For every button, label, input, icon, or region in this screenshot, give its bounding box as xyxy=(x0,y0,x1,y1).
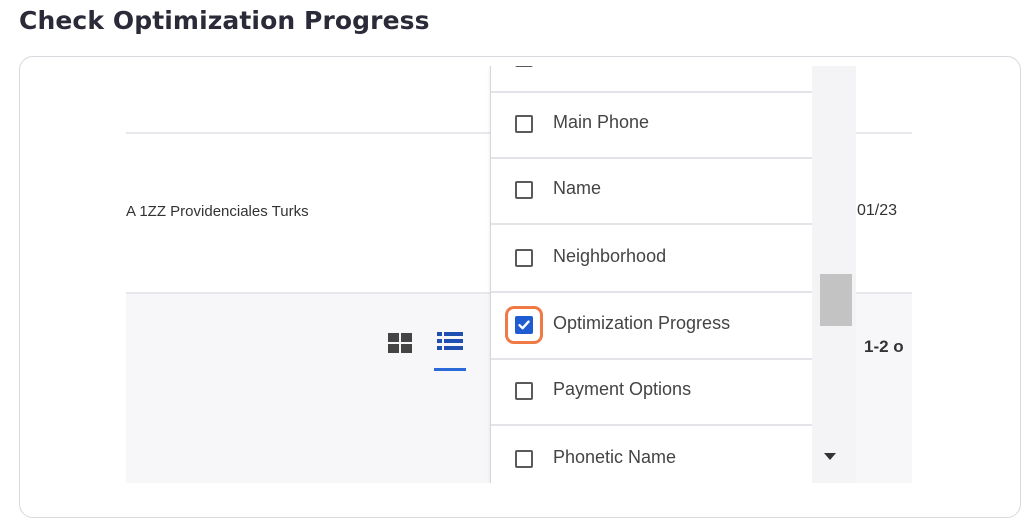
checkbox[interactable] xyxy=(515,382,533,400)
divider xyxy=(491,291,813,293)
option-label: Neighborhood xyxy=(553,246,667,266)
checkbox-checked[interactable] xyxy=(515,316,533,334)
list-item[interactable] xyxy=(491,66,813,93)
option-phonetic-name[interactable]: Phonetic Name xyxy=(491,428,813,483)
pagination-label: 1-2 o xyxy=(864,337,904,356)
option-name[interactable]: Name xyxy=(491,159,813,225)
date-cell: 01/23 xyxy=(857,202,898,219)
list-view-icon[interactable] xyxy=(434,331,466,371)
checkbox[interactable] xyxy=(515,115,533,133)
embedded-screenshot: A 1ZZ Providenciales Turks 01/23 1-2 o M… xyxy=(126,66,912,483)
option-label: Optimization Progress xyxy=(553,313,731,333)
option-payment-options[interactable]: Payment Options xyxy=(491,360,813,426)
dropdown-scrollbar[interactable] xyxy=(812,66,856,483)
option-neighborhood[interactable]: Neighborhood xyxy=(491,227,813,293)
option-label: Name xyxy=(553,178,602,198)
column-picker-dropdown: Main Phone Name Neighborhood Optimizatio… xyxy=(490,66,813,483)
scroll-down-arrow-icon[interactable] xyxy=(824,453,836,460)
page-title: Check Optimization Progress xyxy=(19,6,430,35)
option-main-phone[interactable]: Main Phone xyxy=(491,93,813,159)
checkmark-icon xyxy=(518,320,530,330)
checkbox[interactable] xyxy=(515,450,533,468)
option-optimization-progress[interactable]: Optimization Progress xyxy=(491,294,813,360)
grid-view-icon[interactable] xyxy=(388,333,412,353)
option-label: Main Phone xyxy=(553,112,650,132)
scrollbar-thumb[interactable] xyxy=(820,274,852,326)
address-cell: A 1ZZ Providenciales Turks xyxy=(126,203,309,220)
checkbox[interactable] xyxy=(515,249,533,267)
checkbox[interactable] xyxy=(515,181,533,199)
option-label: Phonetic Name xyxy=(553,447,677,467)
checkbox[interactable] xyxy=(515,66,533,67)
option-label: Payment Options xyxy=(553,379,692,399)
divider xyxy=(491,424,813,426)
divider xyxy=(491,223,813,225)
active-view-underline xyxy=(434,368,466,371)
